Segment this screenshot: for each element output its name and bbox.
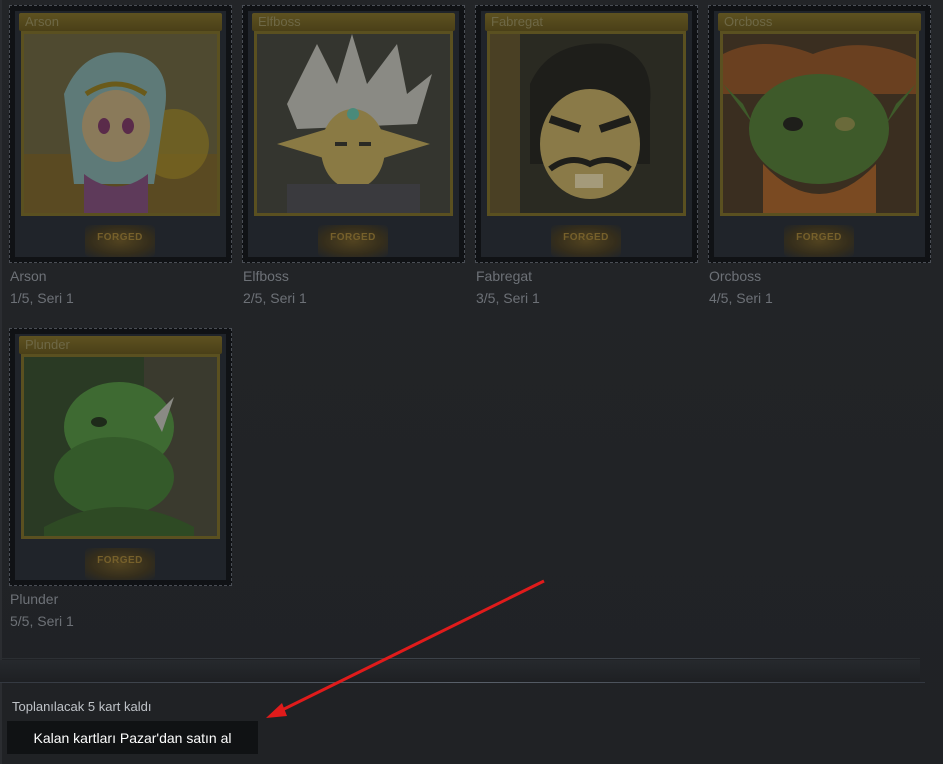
card-series: 3/5, Seri 1: [476, 290, 540, 306]
card-game-logo: FORGED: [85, 548, 155, 580]
card-overlay-name: Plunder: [25, 337, 70, 352]
trading-card-elfboss[interactable]: Elfboss FORGED Elfboss 2/5, Seri 1: [242, 5, 465, 306]
card-name: Plunder: [10, 591, 59, 607]
card-frame: Arson FORGED: [9, 5, 232, 263]
card-name: Orcboss: [709, 268, 762, 284]
section-divider-band: [0, 660, 920, 682]
card-art-image: [254, 31, 453, 216]
card-name: Fabregat: [476, 268, 533, 284]
card-series: 2/5, Seri 1: [243, 290, 307, 306]
card-frame: Plunder FORGED: [9, 328, 232, 586]
panel-edge: [0, 0, 2, 764]
card-series: 5/5, Seri 1: [10, 613, 74, 629]
card-frame: Elfboss FORGED: [242, 5, 465, 263]
card-art-image: [487, 31, 686, 216]
card-name: Elfboss: [243, 268, 289, 284]
card-game-logo: FORGED: [318, 225, 388, 257]
buy-remaining-cards-button[interactable]: Kalan kartları Pazar'dan satın al: [7, 721, 258, 754]
card-name: Arson: [10, 268, 47, 284]
trading-card-fabregat[interactable]: Fabregat FORGED Fabregat 3/5, Seri 1: [475, 5, 698, 306]
card-game-logo: FORGED: [784, 225, 854, 257]
card-overlay-name: Arson: [25, 14, 59, 29]
card-art-image: [21, 354, 220, 539]
card-game-logo: FORGED: [551, 225, 621, 257]
card-overlay-name: Elfboss: [258, 14, 301, 29]
card-series: 4/5, Seri 1: [709, 290, 773, 306]
card-overlay-name: Orcboss: [724, 14, 773, 29]
section-divider: [0, 658, 920, 659]
remaining-cards-text: Toplanılacak 5 kart kaldı: [12, 699, 152, 714]
card-series: 1/5, Seri 1: [10, 290, 74, 306]
card-art-image: [21, 31, 220, 216]
section-divider-line: [0, 682, 925, 683]
trading-card-orcboss[interactable]: Orcboss FORGED Orcboss 4/5, Seri 1: [708, 5, 931, 306]
card-frame: Fabregat FORGED: [475, 5, 698, 263]
card-art-image: [720, 31, 919, 216]
card-frame: Orcboss FORGED: [708, 5, 931, 263]
card-game-logo: FORGED: [85, 225, 155, 257]
trading-card-arson[interactable]: Arson FORGED Arson 1/5, Seri 1: [9, 5, 232, 306]
card-overlay-name: Fabregat: [491, 14, 544, 29]
trading-card-plunder[interactable]: Plunder FORGED Plunder 5/5, Seri 1: [9, 328, 232, 629]
